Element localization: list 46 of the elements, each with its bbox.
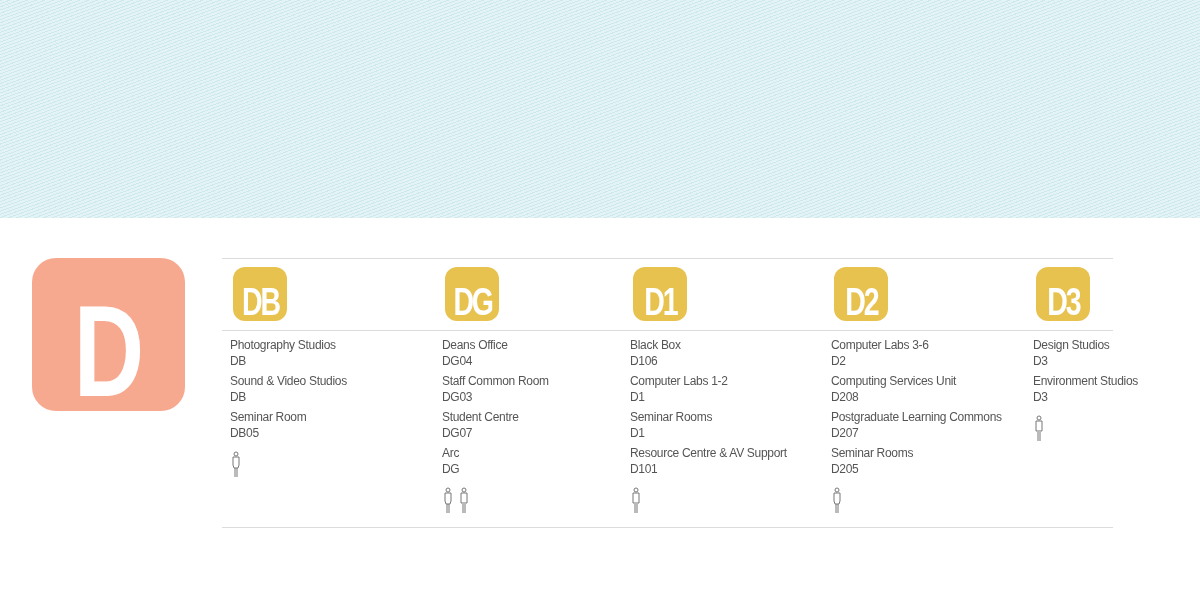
room-code: D208 <box>831 389 860 405</box>
room-name: Arc <box>442 445 461 461</box>
room-code: D3 <box>1033 353 1049 369</box>
room-code: D3 <box>1033 389 1049 405</box>
room-name: Seminar Rooms <box>831 445 915 461</box>
room-name: Deans Office <box>442 337 509 353</box>
room-code: D2 <box>831 353 847 369</box>
man-icon <box>630 487 642 514</box>
building-badge: D <box>32 258 185 411</box>
room-name: Environment Studios <box>1033 373 1140 389</box>
woman-icon <box>442 487 454 514</box>
room-name: Resource Centre & AV Support <box>630 445 788 461</box>
room-code: DG04 <box>442 353 474 369</box>
room-code: DB05 <box>230 425 260 441</box>
room-name: Black Box <box>630 337 682 353</box>
room-name: Sound & Video Studios <box>230 373 348 389</box>
floor-badge: D3 <box>1036 267 1090 321</box>
room-name: Design Studios <box>1033 337 1111 353</box>
room-code: D1 <box>630 389 646 405</box>
room-name: Seminar Room <box>230 409 308 425</box>
room-name: Staff Common Room <box>442 373 550 389</box>
woman-icon <box>230 451 242 478</box>
man-icon <box>1033 415 1045 442</box>
room-code: D1 <box>630 425 646 441</box>
room-code: DB <box>230 389 248 405</box>
floor-badge: D1 <box>633 267 687 321</box>
floor-badge: DG <box>445 267 499 321</box>
woman-icon <box>831 487 843 514</box>
room-code: D101 <box>630 461 659 477</box>
room-code: DG07 <box>442 425 474 441</box>
room-name: Computer Labs 3-6 <box>831 337 930 353</box>
room-name: Postgraduate Learning Commons <box>831 409 1003 425</box>
room-code: D106 <box>630 353 659 369</box>
room-name: Seminar Rooms <box>630 409 714 425</box>
room-name: Student Centre <box>442 409 520 425</box>
room-code: DB <box>230 353 248 369</box>
room-name: Photography Studios <box>230 337 337 353</box>
room-name: Computing Services Unit <box>831 373 958 389</box>
floor-badge: DB <box>233 267 287 321</box>
floor-badge: D2 <box>834 267 888 321</box>
room-code: DG <box>442 461 461 477</box>
room-code: D207 <box>831 425 860 441</box>
man-icon <box>458 487 470 514</box>
room-code: D205 <box>831 461 860 477</box>
room-name: Computer Labs 1-2 <box>630 373 729 389</box>
room-code: DG03 <box>442 389 474 405</box>
